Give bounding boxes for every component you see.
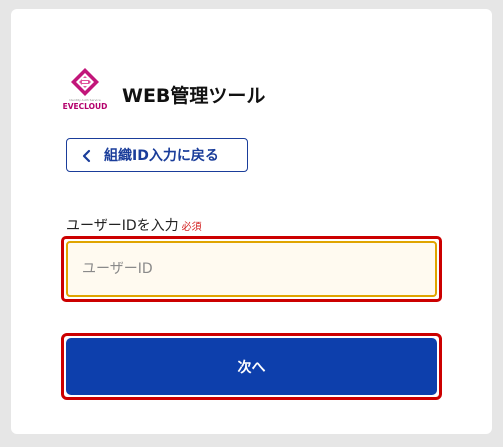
next-button[interactable]: 次へ — [66, 338, 437, 395]
user-id-input[interactable] — [68, 260, 435, 278]
user-id-field-wrapper — [66, 241, 437, 297]
logo-name: EVECLOUD — [62, 102, 108, 111]
chevron-left-icon — [81, 148, 93, 163]
next-button-label: 次へ — [237, 359, 266, 376]
back-to-org-id-button[interactable]: 組織ID入力に戻る — [66, 138, 248, 172]
evecloud-logo-icon — [71, 68, 99, 96]
evecloud-logo: Identity Auth Service EVECLOUD — [58, 67, 112, 121]
user-id-field-highlight — [61, 236, 442, 302]
required-badge: 必須 — [181, 222, 202, 233]
user-id-label: ユーザーIDを入力 必須 — [66, 215, 202, 235]
app-title: WEB管理ツール — [122, 84, 266, 107]
back-button-label: 組織ID入力に戻る — [104, 148, 219, 164]
next-button-highlight: 次へ — [61, 333, 442, 400]
header: Identity Auth Service EVECLOUD WEB管理ツール — [58, 64, 265, 124]
user-id-label-text: ユーザーIDを入力 — [66, 218, 179, 234]
